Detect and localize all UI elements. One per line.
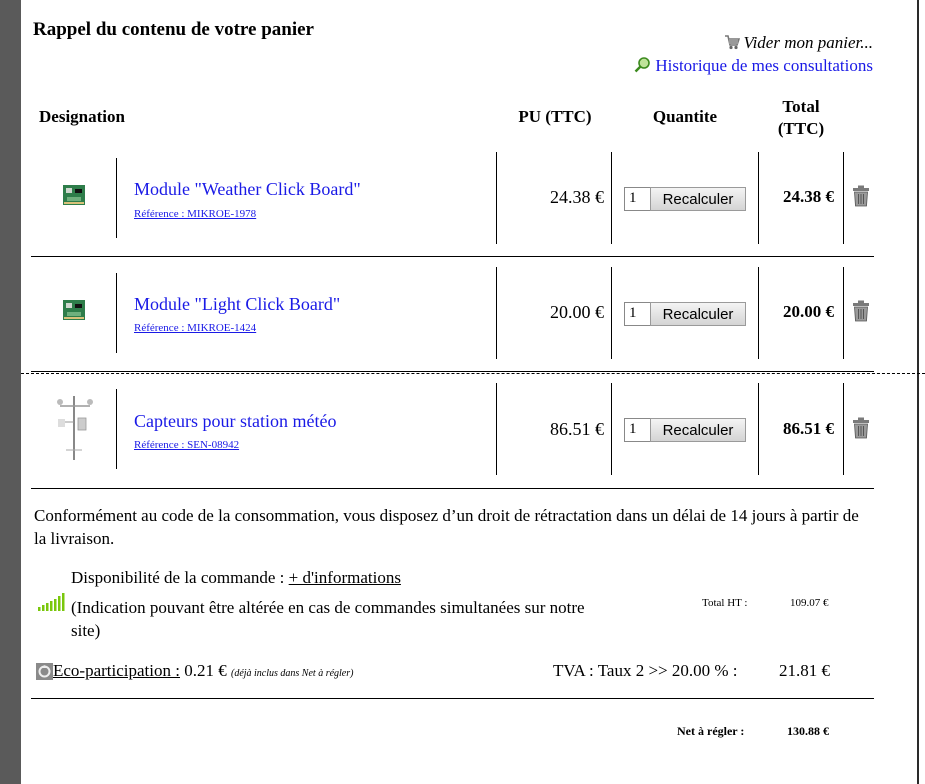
column-divider	[496, 152, 497, 244]
circuit-board-icon	[63, 300, 85, 320]
product-reference[interactable]: Référence : SEN-08942	[134, 439, 239, 451]
tva-value: 21.81 €	[779, 661, 830, 680]
dashed-separator	[21, 373, 925, 374]
column-divider	[843, 152, 844, 244]
total-ht-label: Total HT :	[702, 597, 748, 609]
eco-note: (déjà inclus dans Net à régler)	[230, 668, 354, 679]
header-designation: Designation	[39, 107, 125, 126]
row-separator	[31, 488, 874, 489]
recalculate-button[interactable]: Recalculer	[650, 418, 746, 442]
page-title: Rappel du contenu de votre panier	[33, 19, 314, 40]
quantity-input[interactable]: 1	[624, 187, 650, 211]
column-divider	[843, 383, 844, 475]
column-divider	[758, 267, 759, 359]
header-quantity: Quantite	[652, 107, 718, 126]
product-reference[interactable]: Référence : MIKROE-1978	[134, 208, 256, 220]
product-name[interactable]: Module "Weather Click Board"	[134, 179, 361, 200]
column-divider	[843, 267, 844, 359]
product-name[interactable]: Module "Light Click Board"	[134, 294, 340, 315]
header-total: Total (TTC)	[760, 96, 842, 140]
unit-price: 24.38 €	[550, 187, 604, 207]
more-info-link[interactable]: + d'informations	[289, 568, 401, 587]
line-total: 24.38 €	[783, 187, 834, 206]
unit-price: 86.51 €	[550, 419, 604, 439]
recalculate-button[interactable]: Recalculer	[650, 302, 746, 326]
empty-cart-link[interactable]: Vider mon panier...	[724, 33, 873, 53]
cart-icon	[725, 35, 741, 50]
row-separator	[31, 371, 874, 372]
trash-icon[interactable]	[852, 300, 870, 322]
magnifier-icon	[634, 57, 651, 73]
tva-label: TVA : Taux 2 >> 20.00 % :	[553, 661, 738, 680]
availability-line: Disponibilité de la commande : + d'infor…	[71, 568, 401, 588]
unit-price: 20.00 €	[550, 302, 604, 322]
column-divider	[758, 383, 759, 475]
right-window-edge	[917, 0, 919, 784]
quantity-input[interactable]: 1	[624, 418, 650, 442]
eco-participation: Eco-participation : 0.21 € (déjà inclus …	[53, 661, 353, 681]
history-link[interactable]: Historique de mes consultations	[634, 56, 873, 76]
column-divider	[116, 389, 117, 469]
column-divider	[611, 383, 612, 475]
left-window-edge	[0, 0, 21, 784]
column-divider	[611, 152, 612, 244]
product-reference[interactable]: Référence : MIKROE-1424	[134, 322, 256, 334]
column-divider	[116, 273, 117, 353]
trash-icon[interactable]	[852, 185, 870, 207]
recalculate-button[interactable]: Recalculer	[650, 187, 746, 211]
column-divider	[496, 383, 497, 475]
net-value: 130.88 €	[787, 724, 829, 738]
availability-label: Disponibilité de la commande :	[71, 568, 289, 587]
quantity-input[interactable]: 1	[624, 302, 650, 326]
history-label: Historique de mes consultations	[655, 56, 873, 75]
total-ht-value: 109.07 €	[790, 597, 829, 609]
trash-icon[interactable]	[852, 417, 870, 439]
row-separator	[31, 256, 874, 257]
column-divider	[496, 267, 497, 359]
net-label: Net à régler :	[677, 724, 745, 738]
column-divider	[116, 158, 117, 238]
retraction-notice: Conformément au code de la consommation,…	[34, 506, 859, 548]
column-divider	[611, 267, 612, 359]
header-pu: PU (TTC)	[518, 107, 592, 126]
line-total: 86.51 €	[783, 419, 834, 438]
availability-signal-icon	[38, 593, 65, 611]
empty-cart-label: Vider mon panier...	[743, 33, 873, 52]
header-total-line1: Total	[782, 97, 820, 116]
product-name[interactable]: Capteurs pour station météo	[134, 411, 336, 432]
availability-note: (Indication pouvant être altérée en cas …	[71, 598, 585, 640]
weather-station-icon	[57, 396, 93, 460]
recycle-icon	[36, 663, 53, 680]
line-total: 20.00 €	[783, 302, 834, 321]
eco-amount: 0.21 €	[179, 661, 227, 680]
circuit-board-icon	[63, 185, 85, 205]
eco-participation-link[interactable]: Eco-participation :	[53, 661, 180, 680]
header-total-line2: (TTC)	[777, 119, 825, 138]
totals-separator	[31, 698, 874, 699]
column-divider	[758, 152, 759, 244]
